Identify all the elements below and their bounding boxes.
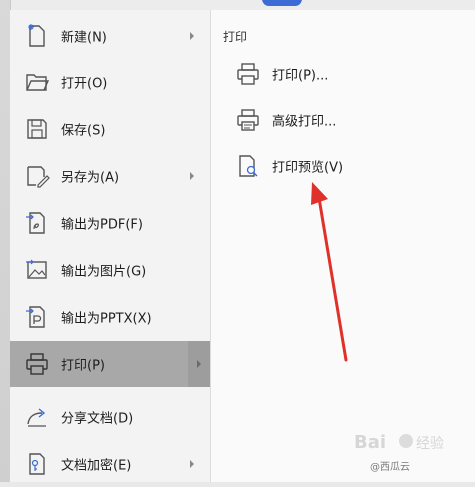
- menu-item-open[interactable]: 打开(O): [10, 59, 210, 105]
- menu-item-label: 文档加密(E): [61, 458, 132, 474]
- svg-text:Bai: Bai: [354, 432, 386, 453]
- submenu-item-label: 打印(P)...: [272, 68, 329, 84]
- submenu-item-print[interactable]: 打印(P)...: [231, 57, 461, 91]
- menu-item-encrypt[interactable]: 文档加密(E): [10, 441, 210, 487]
- panel-title: 打印: [223, 30, 248, 44]
- menu-item-share[interactable]: 分享文档(D): [10, 394, 210, 440]
- chevron-right-icon: [197, 360, 201, 368]
- menu-item-label: 打印(P): [61, 358, 105, 374]
- new-file-icon: [28, 24, 45, 47]
- watermark-text: @西瓜云: [370, 462, 410, 473]
- advanced-print-icon: [237, 109, 259, 131]
- submenu-item-label: 打印预览(V): [272, 160, 344, 176]
- chevron-right-icon: [190, 460, 194, 468]
- app-top-bar: [0, 0, 475, 10]
- top-tab-indicator: [262, 0, 302, 6]
- file-menu: 新建(N) 打开(O) 保存(S) 另存为(A) 输出为PDF(F) 输出为图片…: [10, 10, 211, 482]
- share-icon: [27, 408, 46, 427]
- encrypt-icon: [29, 453, 45, 475]
- chevron-right-icon: [190, 32, 194, 40]
- menu-item-print[interactable]: 打印(P): [10, 341, 210, 387]
- menu-item-label: 输出为PDF(F): [61, 217, 143, 233]
- print-submenu-panel: 打印 打印(P)... 高级打印... 打印预览(V): [211, 10, 475, 482]
- submenu-item-label: 高级打印...: [272, 114, 337, 130]
- menu-item-label: 输出为PPTX(X): [61, 311, 152, 327]
- export-image-icon: [26, 259, 47, 279]
- menu-item-label: 分享文档(D): [61, 411, 134, 427]
- svg-text:经验: 经验: [416, 436, 444, 452]
- menu-item-export-pptx[interactable]: 输出为PPTX(X): [10, 294, 210, 340]
- watermark: Bai 经验 @西瓜云: [350, 424, 468, 476]
- menu-item-label: 打开(O): [61, 76, 108, 92]
- save-as-icon: [27, 166, 50, 188]
- submenu-chevron-area[interactable]: [188, 341, 210, 387]
- open-folder-icon: [26, 74, 50, 91]
- menu-item-save-as[interactable]: 另存为(A): [10, 153, 210, 199]
- menu-item-new[interactable]: 新建(N): [10, 13, 210, 59]
- save-icon: [27, 119, 47, 139]
- menu-item-label: 保存(S): [61, 123, 106, 139]
- menu-item-label: 新建(N): [61, 30, 107, 46]
- export-pptx-icon: [26, 306, 45, 328]
- menu-item-save[interactable]: 保存(S): [10, 106, 210, 152]
- submenu-item-print-preview[interactable]: 打印预览(V): [231, 149, 461, 183]
- menu-item-label: 另存为(A): [61, 170, 120, 186]
- baidu-logo-watermark: Bai 经验: [354, 432, 444, 453]
- printer-icon: [26, 353, 48, 375]
- printer-icon: [237, 63, 259, 85]
- menu-item-export-pdf[interactable]: 输出为PDF(F): [10, 200, 210, 246]
- export-pdf-icon: [26, 212, 45, 234]
- chevron-right-icon: [190, 172, 194, 180]
- menu-item-export-image[interactable]: 输出为图片(G): [10, 247, 210, 293]
- submenu-item-advanced-print[interactable]: 高级打印...: [231, 103, 461, 137]
- print-preview-icon: [239, 155, 258, 177]
- menu-item-label: 输出为图片(G): [61, 264, 147, 280]
